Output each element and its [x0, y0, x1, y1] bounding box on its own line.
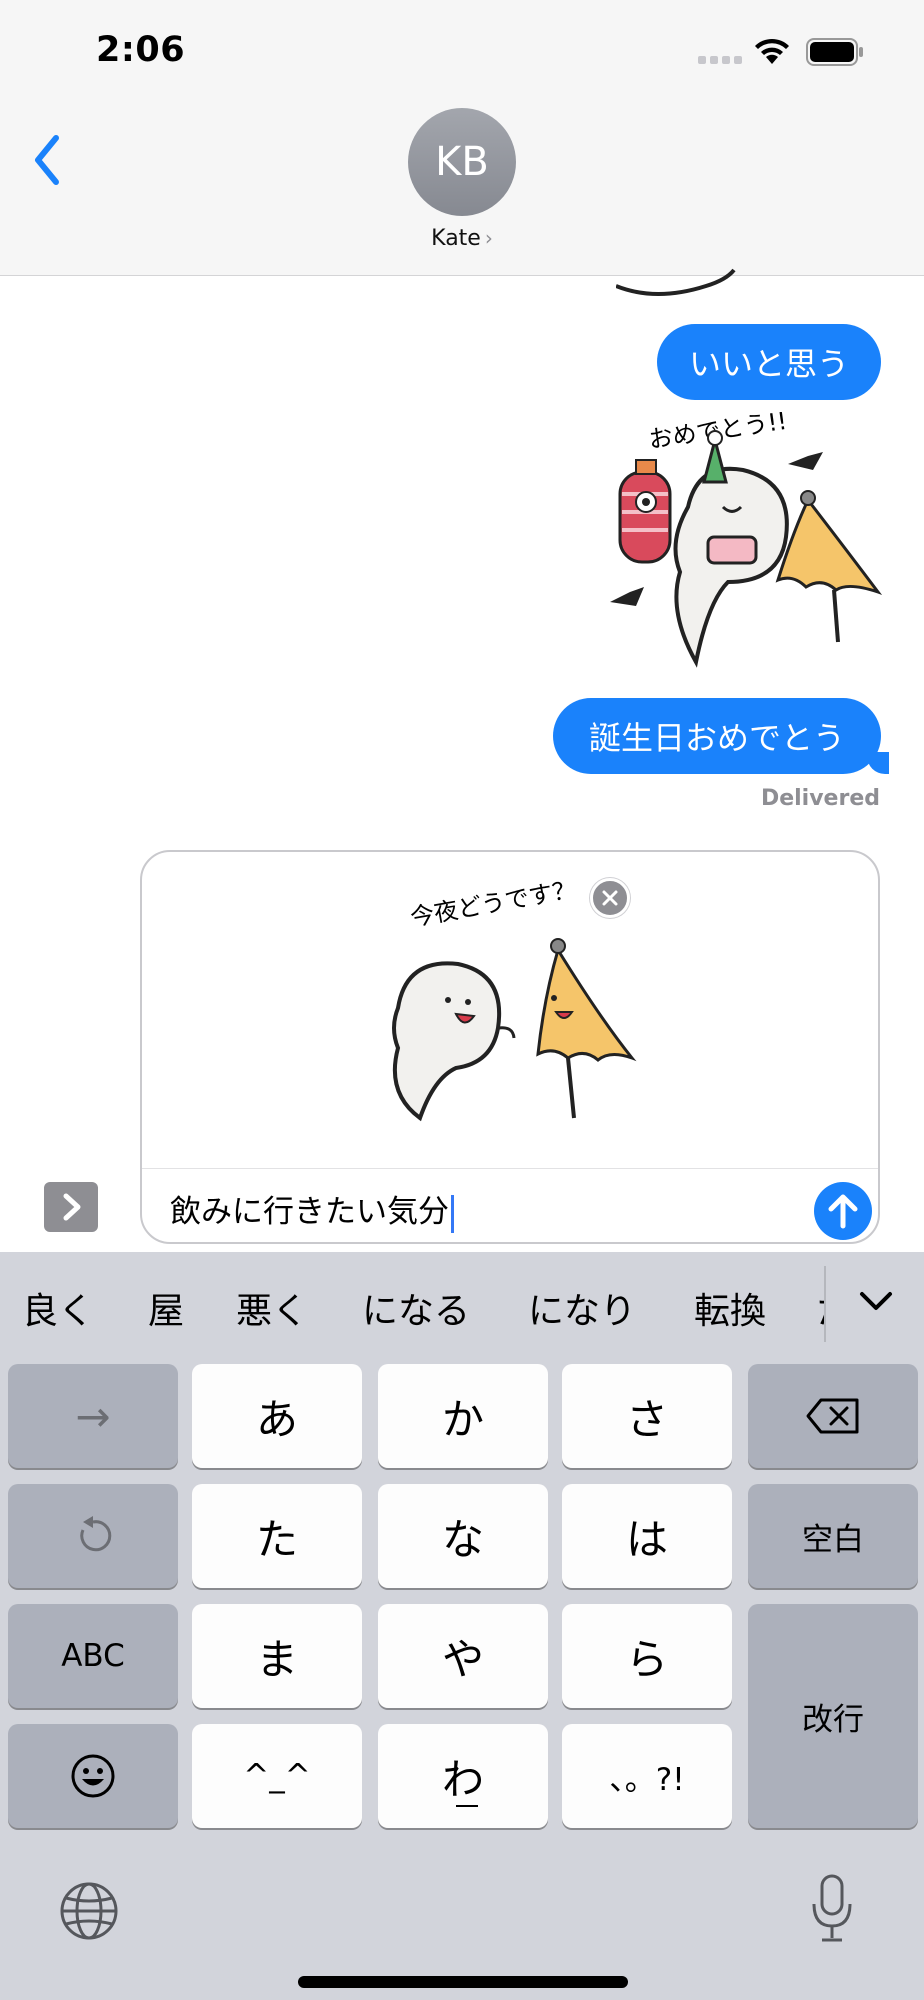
apps-chevron-icon	[63, 1193, 81, 1221]
close-icon	[602, 890, 618, 906]
microphone-icon[interactable]	[810, 1874, 854, 1944]
suggestion-item[interactable]: 悪く	[236, 1282, 308, 1334]
message-bubble[interactable]: いいと思う	[657, 324, 881, 400]
return-key[interactable]: 改行	[748, 1604, 918, 1828]
emoji-key[interactable]	[8, 1724, 178, 1828]
sticker-fragment	[616, 268, 736, 296]
battery-icon	[806, 38, 863, 66]
suggestion-item[interactable]: 良く	[22, 1282, 94, 1334]
key-na[interactable]: な	[378, 1484, 548, 1588]
space-key[interactable]: 空白	[748, 1484, 918, 1588]
apps-drawer-button[interactable]	[44, 1182, 98, 1232]
key-sa[interactable]: さ	[562, 1364, 732, 1468]
message-text: 誕生日おめでとう	[588, 719, 845, 757]
avatar-initials: KB	[435, 139, 489, 185]
key-a[interactable]: あ	[192, 1364, 362, 1468]
send-button[interactable]	[814, 1182, 872, 1240]
suggestion-item[interactable]: 転換	[694, 1282, 766, 1334]
suggestion-item[interactable]: になる	[362, 1282, 470, 1334]
home-indicator	[298, 1976, 628, 1988]
staged-sticker[interactable]: 今夜どうです？	[378, 878, 668, 1138]
sticker-caption: 今夜どうです？	[408, 878, 578, 932]
next-char-key[interactable]: →	[8, 1364, 178, 1468]
wifi-icon	[755, 38, 789, 64]
contact-name: Kate	[431, 226, 481, 251]
suggestion-item[interactable]: た	[816, 1282, 824, 1334]
key-ma[interactable]: ま	[192, 1604, 362, 1708]
keyboard: 良く 屋 悪く になる になり 転換 た → あ か さ た な は 空白 AB…	[0, 1252, 924, 2000]
suggestion-item[interactable]: 屋	[148, 1282, 184, 1334]
delete-key[interactable]	[748, 1364, 918, 1468]
collapse-chevron-icon[interactable]	[852, 1280, 900, 1320]
key-kaomoji[interactable]: ^_^	[192, 1724, 362, 1828]
birthday-sticker[interactable]: おめでとう!!	[608, 412, 888, 668]
navigation-header: 2:06 KB Kate ›	[0, 0, 924, 276]
composer-divider	[142, 1168, 878, 1169]
delivered-status: Delivered	[760, 786, 880, 811]
message-bubble[interactable]: 誕生日おめでとう	[553, 698, 889, 774]
remove-sticker-button[interactable]	[590, 878, 630, 918]
key-punctuation[interactable]: 、。?!	[562, 1724, 732, 1828]
cellular-signal-icon	[698, 50, 742, 64]
emoji-icon	[71, 1754, 115, 1798]
undo-key[interactable]	[8, 1484, 178, 1588]
key-wa[interactable]: わ	[378, 1724, 548, 1828]
avatar[interactable]: KB	[408, 108, 516, 216]
message-composer[interactable]: 今夜どうです？ 飲みに行きたい気分	[140, 850, 880, 1244]
chevron-right-icon: ›	[484, 226, 493, 250]
abc-key[interactable]: ABC	[8, 1604, 178, 1708]
suggestion-item[interactable]: になり	[528, 1282, 636, 1334]
key-ya[interactable]: や	[378, 1604, 548, 1708]
key-ta[interactable]: た	[192, 1484, 362, 1588]
key-ra[interactable]: ら	[562, 1604, 732, 1708]
suggestion-bar: 良く 屋 悪く になる になり 転換 た	[0, 1252, 924, 1358]
key-ka[interactable]: か	[378, 1364, 548, 1468]
message-text: いいと思う	[688, 345, 849, 383]
globe-icon[interactable]	[58, 1880, 120, 1942]
status-time: 2:06	[96, 30, 186, 70]
suggestion-divider	[824, 1266, 826, 1342]
delete-icon	[806, 1398, 859, 1434]
text-caret	[451, 1194, 454, 1233]
send-arrow-icon	[828, 1194, 858, 1229]
key-ha[interactable]: は	[562, 1484, 732, 1588]
message-input-value: 飲みに行きたい気分	[170, 1194, 449, 1230]
back-chevron-icon[interactable]	[28, 130, 68, 190]
key-wa-label: わ	[442, 1746, 484, 1807]
message-input[interactable]: 飲みに行きたい気分	[170, 1186, 454, 1233]
undo-icon	[80, 1516, 112, 1552]
contact-name-button[interactable]: Kate ›	[0, 226, 924, 251]
